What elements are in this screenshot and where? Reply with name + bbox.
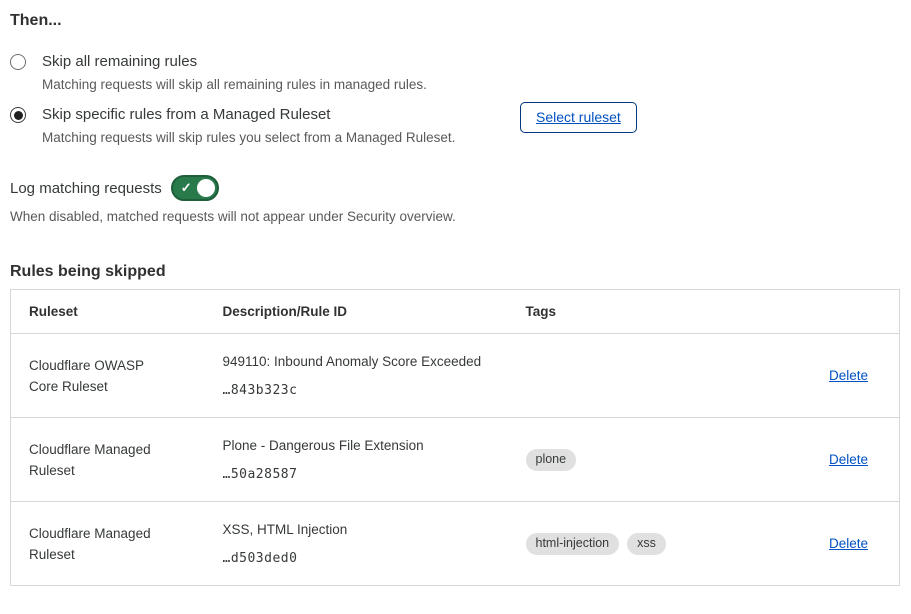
- option-description: Matching requests will skip all remainin…: [42, 76, 510, 93]
- radio-button-skip-specific[interactable]: [10, 107, 26, 123]
- log-matching-requests-toggle[interactable]: ✓: [171, 175, 219, 201]
- tag-pill: xss: [627, 533, 666, 555]
- option-text-skip-specific: Skip specific rules from a Managed Rules…: [42, 105, 510, 146]
- column-header-tags: Tags: [508, 290, 748, 334]
- action-options: Skip all remaining rules Matching reques…: [10, 52, 901, 146]
- option-label[interactable]: Skip specific rules from a Managed Rules…: [42, 105, 510, 124]
- rule-id: …d503ded0: [223, 548, 500, 569]
- log-toggle-row: Log matching requests ✓: [10, 175, 901, 201]
- rule-description: 949110: Inbound Anomaly Score Exceeded: [223, 351, 500, 372]
- rules-table-title: Rules being skipped: [10, 263, 901, 280]
- rule-id: …50a28587: [223, 464, 500, 485]
- log-toggle-helper-text: When disabled, matched requests will not…: [10, 208, 901, 225]
- option-label[interactable]: Skip all remaining rules: [42, 52, 510, 71]
- ruleset-cell: Cloudflare Managed Ruleset: [11, 418, 205, 502]
- rules-table-body: Cloudflare OWASP Core Ruleset 949110: In…: [11, 334, 900, 586]
- column-header-ruleset: Ruleset: [11, 290, 205, 334]
- radio-option-skip-specific: Skip specific rules from a Managed Rules…: [10, 105, 901, 146]
- delete-button[interactable]: Delete: [829, 368, 868, 383]
- table-header-row: Ruleset Description/Rule ID Tags: [11, 290, 900, 334]
- check-icon: ✓: [181, 180, 192, 196]
- description-cell: 949110: Inbound Anomaly Score Exceeded ……: [205, 334, 508, 418]
- table-row: Cloudflare Managed Ruleset XSS, HTML Inj…: [11, 502, 900, 586]
- tags-cell: html-injection xss: [508, 502, 748, 586]
- toggle-knob: [197, 179, 215, 197]
- ruleset-cell: Cloudflare Managed Ruleset: [11, 502, 205, 586]
- tag-pill: plone: [526, 449, 577, 471]
- radio-option-skip-all: Skip all remaining rules Matching reques…: [10, 52, 901, 93]
- tags-cell: plone: [508, 418, 748, 502]
- radio-button-skip-all[interactable]: [10, 54, 26, 70]
- select-ruleset-button[interactable]: Select ruleset: [520, 102, 637, 133]
- option-text-skip-all: Skip all remaining rules Matching reques…: [42, 52, 510, 93]
- table-row: Cloudflare Managed Ruleset Plone - Dange…: [11, 418, 900, 502]
- rule-description: Plone - Dangerous File Extension: [223, 435, 500, 456]
- ruleset-cell: Cloudflare OWASP Core Ruleset: [11, 334, 205, 418]
- delete-cell: Delete: [748, 334, 900, 418]
- tag-pill: html-injection: [526, 533, 620, 555]
- rule-description: XSS, HTML Injection: [223, 519, 500, 540]
- column-header-description: Description/Rule ID: [205, 290, 508, 334]
- rule-id: …843b323c: [223, 380, 500, 401]
- delete-button[interactable]: Delete: [829, 536, 868, 551]
- tags-cell: [508, 334, 748, 418]
- table-row: Cloudflare OWASP Core Ruleset 949110: In…: [11, 334, 900, 418]
- option-description: Matching requests will skip rules you se…: [42, 129, 510, 146]
- delete-cell: Delete: [748, 418, 900, 502]
- waf-rule-action-panel: Then... Skip all remaining rules Matchin…: [0, 0, 911, 586]
- log-toggle-label: Log matching requests: [10, 180, 162, 197]
- column-header-actions: [748, 290, 900, 334]
- delete-button[interactable]: Delete: [829, 452, 868, 467]
- then-section-title: Then...: [10, 12, 901, 29]
- delete-cell: Delete: [748, 502, 900, 586]
- rules-being-skipped-table: Ruleset Description/Rule ID Tags Cloudfl…: [10, 289, 900, 586]
- description-cell: XSS, HTML Injection …d503ded0: [205, 502, 508, 586]
- description-cell: Plone - Dangerous File Extension …50a285…: [205, 418, 508, 502]
